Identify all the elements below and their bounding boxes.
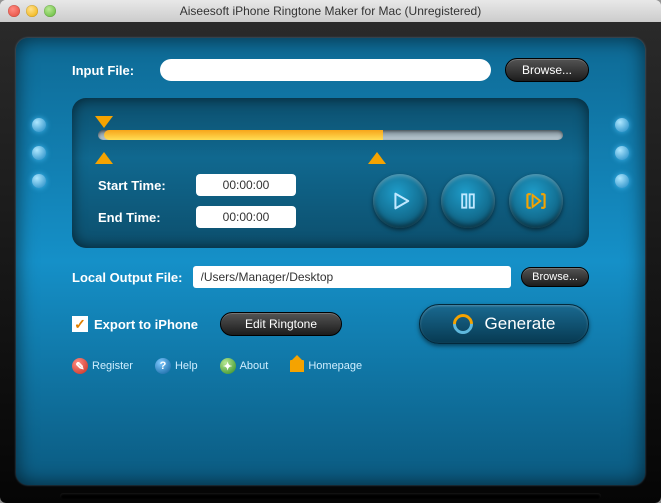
- track-selection: [104, 130, 383, 140]
- time-and-controls: Start Time: End Time:: [98, 174, 563, 228]
- generate-button[interactable]: Generate: [419, 304, 589, 344]
- trim-track[interactable]: [98, 116, 563, 164]
- end-time-label: End Time:: [98, 210, 180, 225]
- homepage-link[interactable]: Homepage: [290, 358, 362, 374]
- output-file-label: Local Output File:: [72, 270, 183, 285]
- homepage-link-label: Homepage: [308, 360, 362, 372]
- led-icon: [32, 174, 46, 188]
- export-to-iphone-checkbox[interactable]: ✓ Export to iPhone: [72, 316, 198, 332]
- help-link-label: Help: [175, 360, 198, 372]
- key-icon: ✎: [72, 358, 88, 374]
- end-time-field[interactable]: [196, 206, 296, 228]
- led-icon: [32, 118, 46, 132]
- titlebar: Aiseesoft iPhone Ringtone Maker for Mac …: [0, 0, 661, 22]
- register-link[interactable]: ✎ Register: [72, 358, 133, 374]
- close-icon[interactable]: [8, 5, 20, 17]
- input-file-label: Input File:: [72, 63, 146, 78]
- end-time-row: End Time:: [98, 206, 296, 228]
- about-link-label: About: [240, 360, 269, 372]
- window-controls: [0, 5, 56, 17]
- skip-bracket-icon: [524, 190, 548, 212]
- about-link[interactable]: ✦ About: [220, 358, 269, 374]
- playback-controls: [373, 174, 563, 228]
- decoration-lights-left: [32, 118, 46, 188]
- window-title: Aiseesoft iPhone Ringtone Maker for Mac …: [0, 4, 661, 18]
- input-file-field[interactable]: [160, 59, 491, 81]
- footer-links: ✎ Register ? Help ✦ About Homepage: [72, 358, 589, 374]
- export-checkbox-label: Export to iPhone: [94, 317, 198, 332]
- led-icon: [615, 174, 629, 188]
- register-link-label: Register: [92, 360, 133, 372]
- trim-panel: Start Time: End Time:: [72, 98, 589, 248]
- output-file-row: Local Output File: Browse...: [72, 266, 589, 288]
- home-icon: [290, 360, 304, 372]
- start-marker-bottom-icon[interactable]: [95, 152, 113, 164]
- start-time-label: Start Time:: [98, 178, 180, 193]
- main-panel: Input File: Browse... Start Time:: [16, 38, 645, 485]
- start-time-field[interactable]: [196, 174, 296, 196]
- checkmark-icon: ✓: [72, 316, 88, 332]
- end-marker-bottom-icon[interactable]: [368, 152, 386, 164]
- outer-frame: Input File: Browse... Start Time:: [0, 22, 661, 503]
- decoration-lights-right: [615, 118, 629, 188]
- refresh-icon: [448, 310, 476, 338]
- play-button[interactable]: [373, 174, 427, 228]
- zoom-icon[interactable]: [44, 5, 56, 17]
- help-link[interactable]: ? Help: [155, 358, 198, 374]
- led-icon: [32, 146, 46, 160]
- app-window: Aiseesoft iPhone Ringtone Maker for Mac …: [0, 0, 661, 503]
- browse-input-button[interactable]: Browse...: [505, 58, 589, 82]
- pause-button[interactable]: [441, 174, 495, 228]
- generate-button-label: Generate: [485, 314, 556, 334]
- action-row: ✓ Export to iPhone Edit Ringtone Generat…: [72, 304, 589, 344]
- led-icon: [615, 118, 629, 132]
- input-file-row: Input File: Browse...: [72, 58, 589, 82]
- play-icon: [389, 190, 411, 212]
- help-icon: ?: [155, 358, 171, 374]
- minimize-icon[interactable]: [26, 5, 38, 17]
- next-button[interactable]: [509, 174, 563, 228]
- time-block: Start Time: End Time:: [98, 174, 296, 228]
- edit-ringtone-button[interactable]: Edit Ringtone: [220, 312, 342, 336]
- pause-icon: [458, 191, 478, 211]
- start-marker-top-icon[interactable]: [95, 116, 113, 128]
- output-file-field[interactable]: [193, 266, 512, 288]
- led-icon: [615, 146, 629, 160]
- person-icon: ✦: [220, 358, 236, 374]
- bottom-slot: [60, 493, 601, 499]
- browse-output-button[interactable]: Browse...: [521, 267, 589, 287]
- start-time-row: Start Time:: [98, 174, 296, 196]
